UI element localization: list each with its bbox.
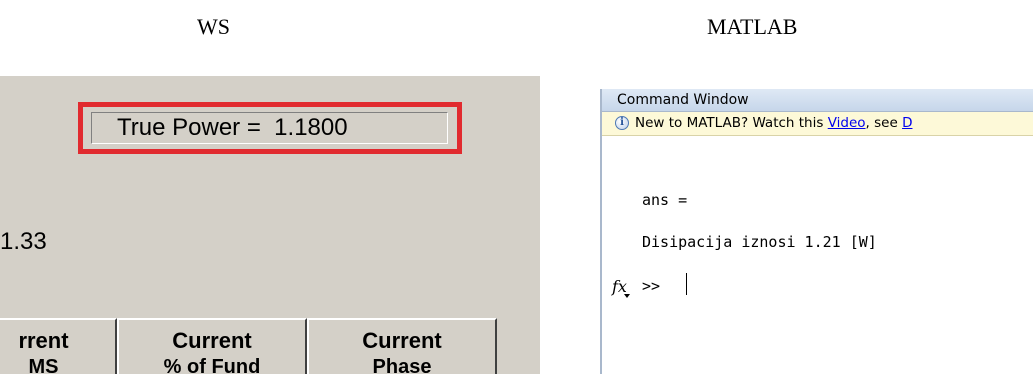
matlab-command-window: Command Window i New to MATLAB? Watch th… xyxy=(600,89,1033,374)
ans-output: ans = xyxy=(642,191,688,209)
video-link[interactable]: Video xyxy=(828,115,866,131)
column-header-line2: Phase xyxy=(372,356,432,374)
column-header-line1: rrent xyxy=(18,328,69,353)
caption-ws: WS xyxy=(197,14,230,39)
true-power-field: True Power = 1.1800 xyxy=(91,112,448,144)
command-window-title: Command Window xyxy=(602,89,1033,112)
column-header-current-rms[interactable]: rrent MS xyxy=(0,318,117,374)
column-header-current-phase[interactable]: Current Phase xyxy=(307,318,497,374)
info-text: New to MATLAB? Watch this Video, see D xyxy=(635,112,912,135)
chevron-down-icon[interactable] xyxy=(624,294,630,298)
info-icon: i xyxy=(615,116,629,130)
info-mid: , see xyxy=(865,115,903,131)
column-header-line1: Current xyxy=(362,328,442,353)
true-power-highlight: True Power = 1.1800 xyxy=(78,102,462,154)
command-prompt: >> xyxy=(642,277,661,295)
demos-link[interactable]: D xyxy=(902,115,912,131)
column-header-current-fund[interactable]: Current % of Fund xyxy=(117,318,307,374)
caption-matlab: MATLAB xyxy=(707,14,798,39)
ws-panel: True Power = 1.1800 1.33 rrent MS Curren… xyxy=(0,76,540,374)
comparison-figure: WS MATLAB True Power = 1.1800 1.33 rrent… xyxy=(0,0,1033,374)
result-output: Disipacija iznosi 1.21 [W] xyxy=(642,233,877,251)
column-header-line2: MS xyxy=(28,356,59,374)
text-cursor[interactable] xyxy=(686,273,687,295)
info-prefix: New to MATLAB? Watch this xyxy=(635,115,828,131)
column-header-line1: Current xyxy=(172,328,252,353)
info-bar: i New to MATLAB? Watch this Video, see D xyxy=(602,112,1033,136)
column-header-line2: % of Fund xyxy=(163,356,261,374)
ws-table-header: rrent MS Current % of Fund Current Phase xyxy=(0,318,497,374)
ws-value-text: 1.33 xyxy=(0,228,47,255)
